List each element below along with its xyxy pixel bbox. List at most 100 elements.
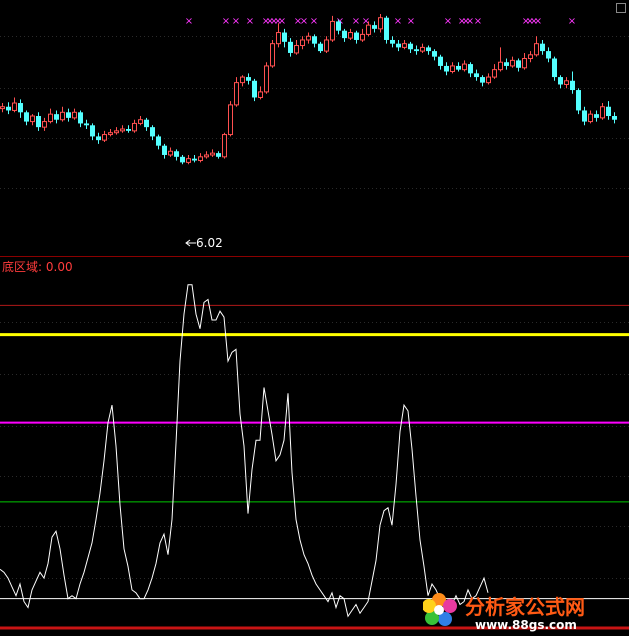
grid-dot-row-3 bbox=[596, 188, 597, 189]
grid-dot-row-7 bbox=[304, 476, 305, 477]
grid-dot-row-1 bbox=[288, 88, 289, 89]
grid-dot-row-9 bbox=[192, 578, 193, 579]
grid-dot-row-1 bbox=[92, 88, 93, 89]
grid-dot-row-6 bbox=[236, 426, 237, 427]
grid-dot-row-8 bbox=[56, 526, 57, 527]
grid-dot-row-0 bbox=[116, 36, 117, 37]
grid-dot-row-2 bbox=[512, 138, 513, 139]
grid-dot-row-5 bbox=[84, 374, 85, 375]
grid-dot-row-8 bbox=[240, 526, 241, 527]
grid-dot-row-3 bbox=[620, 188, 621, 189]
grid-dot-row-4 bbox=[600, 322, 601, 323]
grid-dot-row-1 bbox=[76, 88, 77, 89]
grid-dot-row-6 bbox=[104, 426, 105, 427]
candle-31 bbox=[186, 154, 191, 165]
grid-dot-row-5 bbox=[468, 374, 469, 375]
grid-dot-row-7 bbox=[400, 476, 401, 477]
grid-dot-row-5 bbox=[408, 374, 409, 375]
grid-dot-row-0 bbox=[144, 36, 145, 37]
candle-body bbox=[240, 76, 245, 84]
grid-dot-row-9 bbox=[608, 578, 609, 579]
grid-dot-row-6 bbox=[156, 426, 157, 427]
grid-dot-row-8 bbox=[108, 526, 109, 527]
flower-logo-icon bbox=[423, 593, 457, 626]
grid-dot-row-2 bbox=[416, 138, 417, 139]
grid-dot-row-4 bbox=[84, 322, 85, 323]
grid-dot-row-6 bbox=[508, 426, 509, 427]
grid-dot-row-4 bbox=[192, 322, 193, 323]
grid-dot-row-1 bbox=[136, 88, 137, 89]
grid-dot-row-1 bbox=[20, 88, 21, 89]
grid-dot-row-2 bbox=[44, 138, 45, 139]
grid-dot-row-5 bbox=[252, 374, 253, 375]
grid-dot-row-4 bbox=[612, 322, 613, 323]
grid-dot-row-1 bbox=[112, 88, 113, 89]
grid-dot-row-5 bbox=[32, 374, 33, 375]
grid-dot-row-5 bbox=[372, 374, 373, 375]
grid-dot-row-3 bbox=[236, 188, 237, 189]
grid-dot-row-5 bbox=[332, 374, 333, 375]
grid-dot-row-1 bbox=[512, 88, 513, 89]
grid-dot-row-5 bbox=[224, 374, 225, 375]
grid-dot-row-0 bbox=[404, 36, 405, 37]
grid-dot-row-1 bbox=[612, 88, 613, 89]
grid-dot-row-4 bbox=[64, 322, 65, 323]
candle-22 bbox=[132, 119, 137, 133]
grid-dot-row-5 bbox=[308, 374, 309, 375]
grid-dot-row-6 bbox=[352, 426, 353, 427]
grid-dot-row-1 bbox=[444, 88, 445, 89]
grid-dot-row-9 bbox=[176, 578, 177, 579]
grid-dot-row-4 bbox=[332, 322, 333, 323]
grid-dot-row-8 bbox=[616, 526, 617, 527]
grid-dot-row-9 bbox=[460, 578, 461, 579]
candle-body bbox=[270, 43, 275, 67]
grid-dot-row-9 bbox=[436, 578, 437, 579]
grid-dot-row-6 bbox=[24, 426, 25, 427]
grid-dot-row-1 bbox=[380, 88, 381, 89]
grid-dot-row-9 bbox=[120, 578, 121, 579]
grid-dot-row-5 bbox=[484, 374, 485, 375]
grid-dot-row-7 bbox=[368, 476, 369, 477]
grid-dot-row-2 bbox=[176, 138, 177, 139]
candle-body bbox=[264, 65, 269, 93]
grid-dot-row-8 bbox=[120, 526, 121, 527]
candle-body bbox=[36, 116, 41, 128]
grid-dot-row-4 bbox=[300, 322, 301, 323]
grid-dot-row-5 bbox=[600, 374, 601, 375]
candle-body bbox=[24, 112, 29, 122]
grid-dot-row-7 bbox=[244, 476, 245, 477]
grid-dot-row-6 bbox=[500, 426, 501, 427]
grid-dot-row-2 bbox=[620, 138, 621, 139]
grid-dot-row-3 bbox=[576, 188, 577, 189]
grid-dot-row-3 bbox=[548, 188, 549, 189]
grid-dot-row-9 bbox=[220, 578, 221, 579]
grid-dot-row-9 bbox=[132, 578, 133, 579]
grid-dot-row-3 bbox=[568, 188, 569, 189]
grid-dot-row-2 bbox=[348, 138, 349, 139]
grid-dot-row-8 bbox=[24, 526, 25, 527]
signal-marker-15: × bbox=[394, 16, 402, 27]
grid-dot-row-6 bbox=[476, 426, 477, 427]
grid-dot-row-7 bbox=[424, 476, 425, 477]
grid-dot-row-1 bbox=[228, 88, 229, 89]
grid-dot-row-7 bbox=[124, 476, 125, 477]
candle-body bbox=[474, 73, 479, 78]
candle-96 bbox=[576, 88, 581, 115]
grid-dot-row-9 bbox=[108, 578, 109, 579]
grid-dot-row-3 bbox=[144, 188, 145, 189]
grid-dot-row-4 bbox=[12, 322, 13, 323]
grid-dot-row-4 bbox=[512, 322, 513, 323]
grid-dot-row-9 bbox=[352, 578, 353, 579]
grid-dot-row-8 bbox=[592, 526, 593, 527]
grid-dot-row-0 bbox=[228, 36, 229, 37]
grid-dot-row-1 bbox=[148, 88, 149, 89]
grid-dot-row-1 bbox=[372, 88, 373, 89]
grid-dot-row-6 bbox=[36, 426, 37, 427]
candle-body bbox=[336, 21, 341, 31]
candle-body bbox=[366, 24, 371, 35]
grid-dot-row-3 bbox=[496, 188, 497, 189]
grid-dot-row-8 bbox=[608, 526, 609, 527]
grid-dot-row-3 bbox=[456, 188, 457, 189]
grid-dot-row-3 bbox=[148, 188, 149, 189]
grid-dot-row-9 bbox=[316, 578, 317, 579]
